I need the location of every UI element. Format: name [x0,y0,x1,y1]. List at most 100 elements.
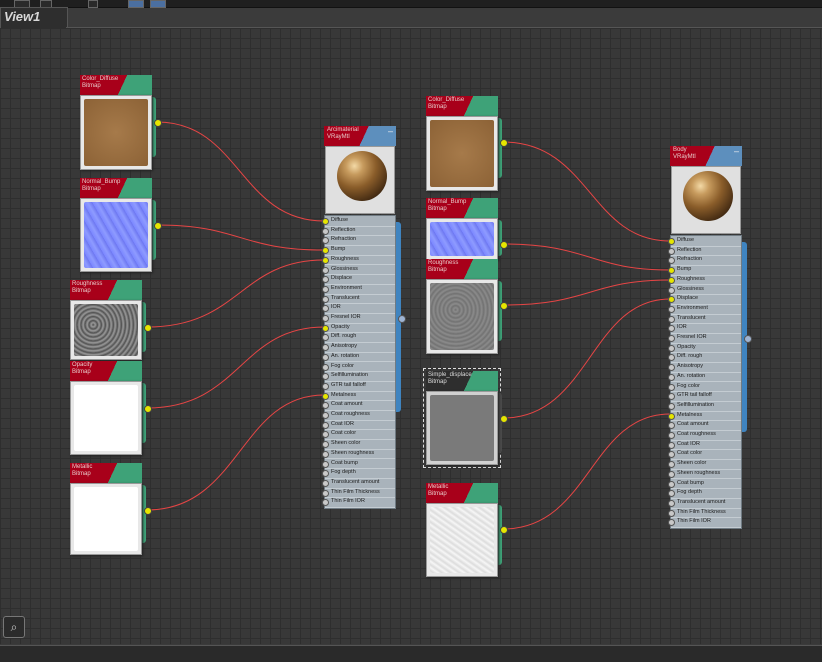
input-port[interactable] [668,412,675,420]
bitmap-node-metallic-2[interactable]: Metallic Bitmap [426,483,508,577]
input-port[interactable] [322,499,329,507]
bitmap-node-normal-bump[interactable]: Normal_Bump Bitmap [80,178,162,272]
input-port[interactable] [668,354,675,362]
input-port[interactable] [668,238,675,245]
output-port[interactable] [154,119,162,127]
output-port[interactable] [144,324,152,332]
input-port[interactable] [668,364,675,372]
input-port[interactable] [668,490,675,498]
input-port[interactable] [668,422,675,430]
input-port[interactable] [668,509,675,517]
minimize-button[interactable]: – [734,146,739,156]
input-slot[interactable]: Thin Film IOR [668,517,741,528]
node-header[interactable]: Body VRayMtl – [670,146,742,166]
input-port[interactable] [322,489,329,497]
input-port[interactable] [322,324,329,332]
bitmap-node-normal-bump-2[interactable]: Normal_Bump Bitmap [426,198,508,260]
input-port[interactable] [322,315,329,322]
input-port[interactable] [322,402,329,410]
input-port[interactable] [668,373,675,381]
material-node-body[interactable]: Body VRayMtl – Diffuse Reflection Refractio… [668,146,752,530]
input-port[interactable] [668,325,675,333]
node-header[interactable]: Opacity Bitmap [70,361,142,381]
input-port[interactable] [668,257,675,265]
input-port[interactable] [668,305,675,313]
node-header[interactable]: Color_Diffuse Bitmap [426,96,498,116]
output-port[interactable] [500,139,508,147]
toolbar-button[interactable] [88,0,98,8]
input-port[interactable] [668,451,675,459]
input-port[interactable] [322,450,329,458]
input-port[interactable] [322,334,329,342]
bitmap-node-simple-displace[interactable]: Simple_displace Bitmap [423,368,508,468]
minimize-button[interactable]: – [388,126,393,136]
bitmap-node-opacity[interactable]: Opacity Bitmap [70,361,152,455]
input-port[interactable] [322,470,329,478]
input-port[interactable] [322,363,329,371]
node-header[interactable]: Metallic Bitmap [70,463,142,483]
node-header[interactable]: Arcimaterial VRayMtl – [324,126,396,146]
input-port[interactable] [668,286,675,294]
input-port[interactable] [668,461,675,469]
input-port[interactable] [668,480,675,488]
node-header[interactable]: Normal_Bump Bitmap [80,178,152,198]
node-header[interactable]: Metallic Bitmap [426,483,498,503]
input-port[interactable] [668,296,675,304]
input-port[interactable] [322,237,329,245]
input-port[interactable] [322,285,329,293]
bitmap-node-roughness-2[interactable]: Roughness Bitmap [426,259,508,354]
input-port[interactable] [668,383,675,391]
toolbar-button[interactable] [150,0,166,8]
input-port[interactable] [322,382,329,390]
node-header[interactable]: Roughness Bitmap [70,280,142,300]
input-port[interactable] [322,353,329,361]
input-port[interactable] [322,460,329,468]
input-port[interactable] [322,421,329,429]
input-port[interactable] [668,267,675,275]
binoculars-icon[interactable]: ⌕ [3,616,25,638]
output-port[interactable] [144,507,152,515]
output-port[interactable] [500,241,508,249]
input-port[interactable] [668,402,675,410]
node-header[interactable]: Normal_Bump Bitmap [426,198,498,218]
output-port[interactable] [398,315,406,323]
input-port[interactable] [668,519,675,527]
output-port[interactable] [500,302,508,310]
input-port[interactable] [322,227,329,235]
input-port[interactable] [668,315,675,323]
input-port[interactable] [668,335,675,342]
toolbar-button[interactable] [128,0,144,8]
input-port[interactable] [322,392,329,400]
material-node-arcimaterial[interactable]: Arcimaterial VRayMtl – Diffuse Reflection R… [322,126,406,510]
input-port[interactable] [668,432,675,439]
node-header[interactable]: Color_Diffuse Bitmap [80,75,152,95]
input-port[interactable] [668,344,675,352]
node-header[interactable]: Simple_displace Bitmap [426,371,498,391]
input-port[interactable] [668,276,675,284]
node-header[interactable]: Roughness Bitmap [426,259,498,279]
bitmap-node-metallic[interactable]: Metallic Bitmap [70,463,152,555]
output-port[interactable] [144,405,152,413]
input-port[interactable] [322,441,329,449]
input-port[interactable] [668,470,675,478]
view-tab[interactable]: View1 [0,7,68,28]
input-port[interactable] [322,479,329,487]
output-port[interactable] [500,526,508,534]
input-port[interactable] [322,373,329,381]
bitmap-node-color-diffuse[interactable]: Color_Diffuse Bitmap [80,75,162,170]
input-port[interactable] [322,412,329,419]
input-port[interactable] [668,441,675,449]
input-port[interactable] [668,247,675,255]
bitmap-node-color-diffuse-2[interactable]: Color_Diffuse Bitmap [426,96,508,191]
input-port[interactable] [322,344,329,352]
input-port[interactable] [322,305,329,313]
input-port[interactable] [322,218,329,225]
bitmap-node-roughness[interactable]: Roughness Bitmap [70,280,152,360]
output-port[interactable] [744,335,752,343]
input-slot[interactable]: Thin Film IOR [322,497,395,508]
input-port[interactable] [322,247,329,255]
output-port[interactable] [154,222,162,230]
input-port[interactable] [322,256,329,264]
input-port[interactable] [668,499,675,507]
input-port[interactable] [668,393,675,401]
